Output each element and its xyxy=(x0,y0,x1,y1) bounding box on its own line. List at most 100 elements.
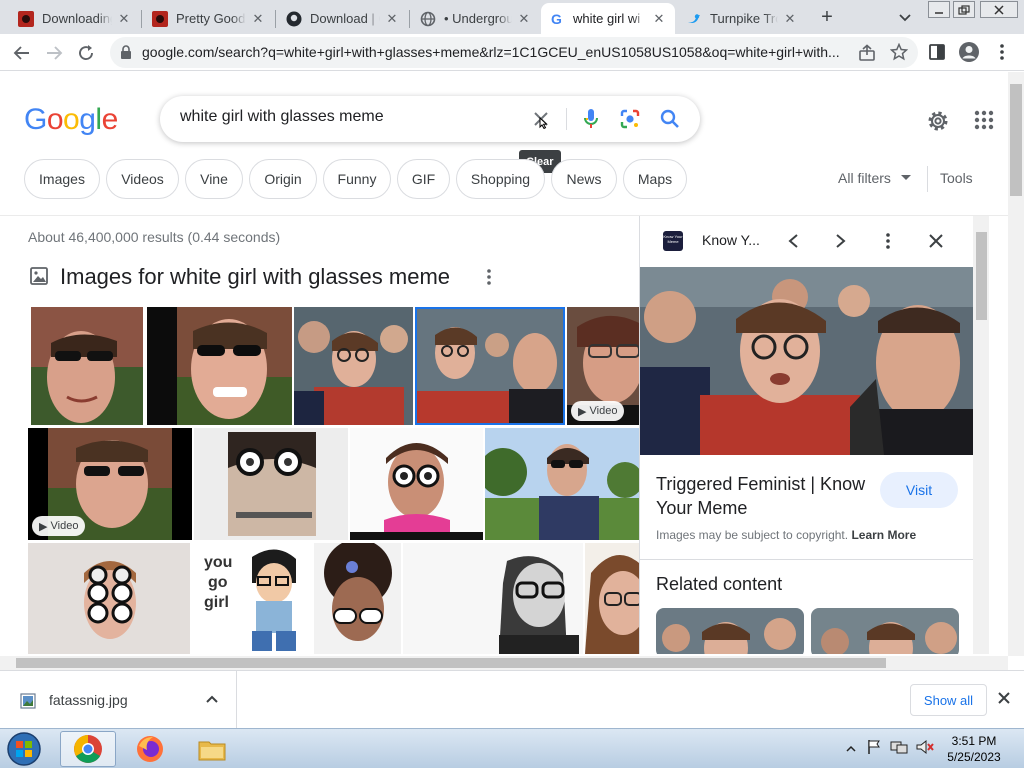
image-result[interactable]: you go girl xyxy=(192,543,312,654)
images-section-title[interactable]: Images for white girl with glasses meme xyxy=(60,264,450,290)
image-result[interactable] xyxy=(147,307,292,425)
chip-videos[interactable]: Videos xyxy=(106,159,179,199)
close-icon[interactable]: ✕ xyxy=(782,11,798,27)
chip-gif[interactable]: GIF xyxy=(397,159,450,199)
close-icon[interactable]: ✕ xyxy=(651,11,667,27)
taskbar-file-explorer[interactable] xyxy=(184,731,240,767)
image-result-selected[interactable] xyxy=(415,307,565,425)
forward-button[interactable] xyxy=(42,41,66,65)
tab-search-chevron-icon[interactable] xyxy=(896,8,914,26)
tab-downloading[interactable]: Downloading ✕ xyxy=(10,3,140,34)
search-box-divider xyxy=(566,108,567,130)
more-options-icon[interactable] xyxy=(484,268,494,291)
more-options-icon[interactable] xyxy=(878,231,898,251)
window-close-button[interactable] xyxy=(980,1,1018,18)
reload-button[interactable] xyxy=(74,41,98,65)
lock-icon[interactable] xyxy=(120,45,132,65)
image-result[interactable] xyxy=(314,543,401,654)
address-bar[interactable]: google.com/search?q=white+girl+with+glas… xyxy=(110,37,918,68)
logo-letter: o xyxy=(46,103,64,136)
red-favicon-icon xyxy=(18,10,34,27)
close-icon[interactable] xyxy=(997,691,1011,710)
volume-muted-icon[interactable] xyxy=(916,739,934,760)
chip-shopping[interactable]: Shopping xyxy=(456,159,545,199)
back-button[interactable] xyxy=(10,41,34,65)
related-image[interactable] xyxy=(811,608,959,654)
result-stats: About 46,400,000 results (0.44 seconds) xyxy=(28,229,281,245)
chip-maps[interactable]: Maps xyxy=(623,159,687,199)
filters-divider xyxy=(927,166,928,192)
browser-menu-icon[interactable] xyxy=(994,43,1010,66)
new-tab-button[interactable]: + xyxy=(816,6,838,28)
image-result[interactable] xyxy=(403,543,583,654)
image-result[interactable] xyxy=(31,307,143,425)
google-apps-icon[interactable] xyxy=(974,110,994,135)
search-input[interactable] xyxy=(180,108,520,126)
image-result[interactable] xyxy=(194,428,348,540)
chip-origin[interactable]: Origin xyxy=(249,159,317,199)
tools-button[interactable]: Tools xyxy=(940,170,973,186)
search-box[interactable] xyxy=(160,96,700,142)
google-lens-icon[interactable] xyxy=(618,107,642,131)
svg-text:girl: girl xyxy=(204,594,229,611)
clear-icon[interactable] xyxy=(529,107,553,131)
tab-title: • Undergrou xyxy=(444,11,512,26)
image-result[interactable] xyxy=(294,307,413,425)
download-item[interactable]: fatassnig.jpg xyxy=(0,671,237,729)
preview-image[interactable] xyxy=(640,267,973,455)
chip-vine[interactable]: Vine xyxy=(185,159,243,199)
action-center-flag-icon[interactable] xyxy=(866,739,882,760)
profile-avatar-icon[interactable] xyxy=(958,41,980,68)
google-logo[interactable]: Google xyxy=(24,103,118,137)
close-icon[interactable] xyxy=(926,231,946,251)
preview-title[interactable]: Triggered Feminist | Know Your Meme xyxy=(656,472,876,520)
source-name[interactable]: Know Y... xyxy=(702,232,760,248)
minimize-button[interactable] xyxy=(928,1,950,18)
image-result[interactable]: ▶ Video xyxy=(28,428,192,540)
tab-google-search[interactable]: G white girl wi ✕ xyxy=(541,3,675,34)
related-image[interactable] xyxy=(656,608,804,654)
visit-button[interactable]: Visit xyxy=(880,472,958,508)
page-vertical-scrollbar-thumb[interactable] xyxy=(1010,84,1022,196)
image-result[interactable] xyxy=(585,543,639,654)
close-icon[interactable]: ✕ xyxy=(250,11,266,27)
show-all-button[interactable]: Show all xyxy=(910,684,987,716)
side-panel-icon[interactable] xyxy=(928,43,946,66)
chip-images[interactable]: Images xyxy=(24,159,100,199)
video-badge: ▶ Video xyxy=(32,516,86,536)
taskbar-chrome[interactable] xyxy=(60,731,116,767)
tab-underground[interactable]: • Undergrou ✕ xyxy=(412,3,540,34)
chip-funny[interactable]: Funny xyxy=(323,159,391,199)
close-icon[interactable]: ✕ xyxy=(116,11,132,27)
network-icon[interactable] xyxy=(890,739,908,760)
close-icon[interactable]: ✕ xyxy=(384,11,400,27)
tab-turnpike[interactable]: Turnpike Tro ✕ xyxy=(678,3,806,34)
restore-button[interactable] xyxy=(953,1,975,18)
close-icon[interactable]: ✕ xyxy=(516,11,532,27)
search-icon[interactable] xyxy=(658,107,682,131)
image-result[interactable] xyxy=(485,428,639,540)
chevron-left-icon[interactable] xyxy=(783,231,803,251)
image-result[interactable] xyxy=(350,428,483,540)
taskbar-firefox[interactable] xyxy=(122,731,178,767)
chip-news[interactable]: News xyxy=(551,159,617,199)
gear-icon[interactable] xyxy=(926,109,950,138)
tab-download-github[interactable]: Download | C ✕ xyxy=(278,3,408,34)
share-icon[interactable] xyxy=(858,44,876,67)
microphone-icon[interactable] xyxy=(579,107,603,131)
chevron-right-icon[interactable] xyxy=(831,231,851,251)
tab-pretty-good[interactable]: Pretty Good ✕ xyxy=(144,3,274,34)
svg-text:go: go xyxy=(208,574,228,591)
show-hidden-icons[interactable] xyxy=(846,741,856,759)
bookmark-star-icon[interactable] xyxy=(889,42,909,66)
panel-scrollbar-thumb[interactable] xyxy=(976,232,987,320)
all-filters-button[interactable]: All filters xyxy=(838,170,911,186)
start-button[interactable] xyxy=(4,731,44,767)
page-horizontal-scrollbar-thumb[interactable] xyxy=(16,658,886,668)
image-result[interactable]: ▶ Video xyxy=(567,307,639,425)
chevron-up-icon[interactable] xyxy=(205,692,219,711)
learn-more-link[interactable]: Learn More xyxy=(851,528,916,542)
tab-separator xyxy=(275,10,276,28)
taskbar-clock[interactable]: 3:51 PM 5/25/2023 xyxy=(944,733,1004,765)
image-result[interactable] xyxy=(28,543,190,654)
